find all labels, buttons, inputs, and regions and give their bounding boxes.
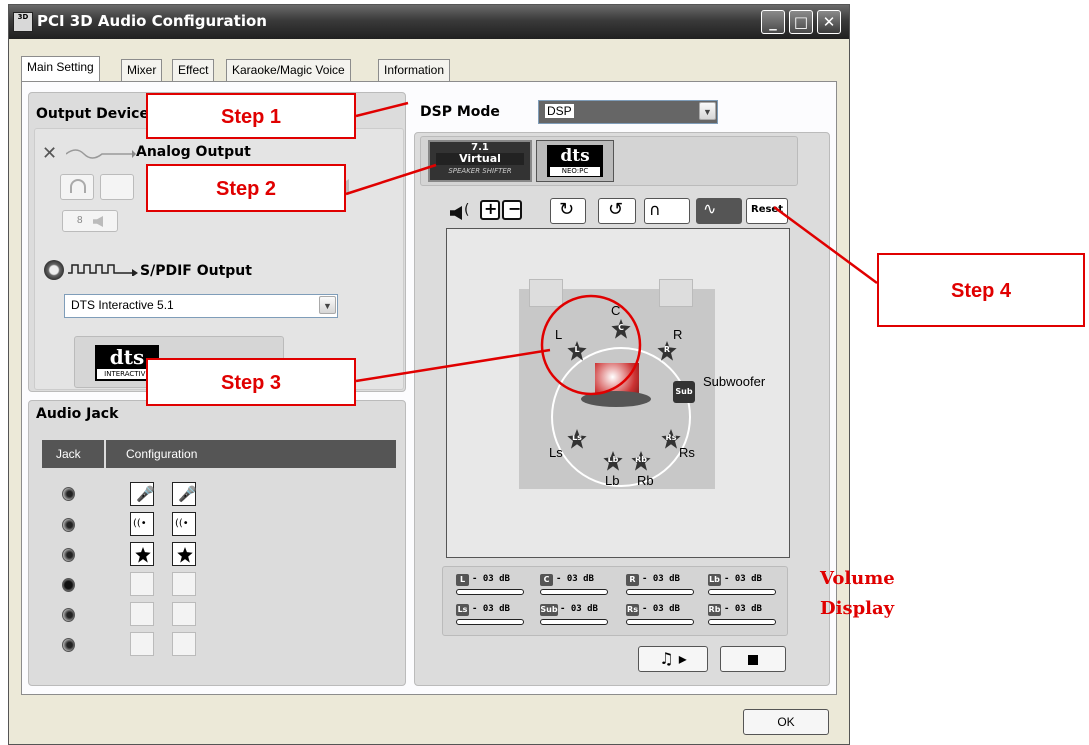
step3-annotation: Step 3 (146, 358, 356, 406)
volume-display-annotation-1: Volume (820, 568, 895, 589)
step1-annotation: Step 1 (146, 93, 356, 139)
step4-annotation: Step 4 (877, 253, 1085, 327)
volume-display-annotation-2: Display (820, 598, 895, 619)
step2-annotation: Step 2 (146, 164, 346, 212)
